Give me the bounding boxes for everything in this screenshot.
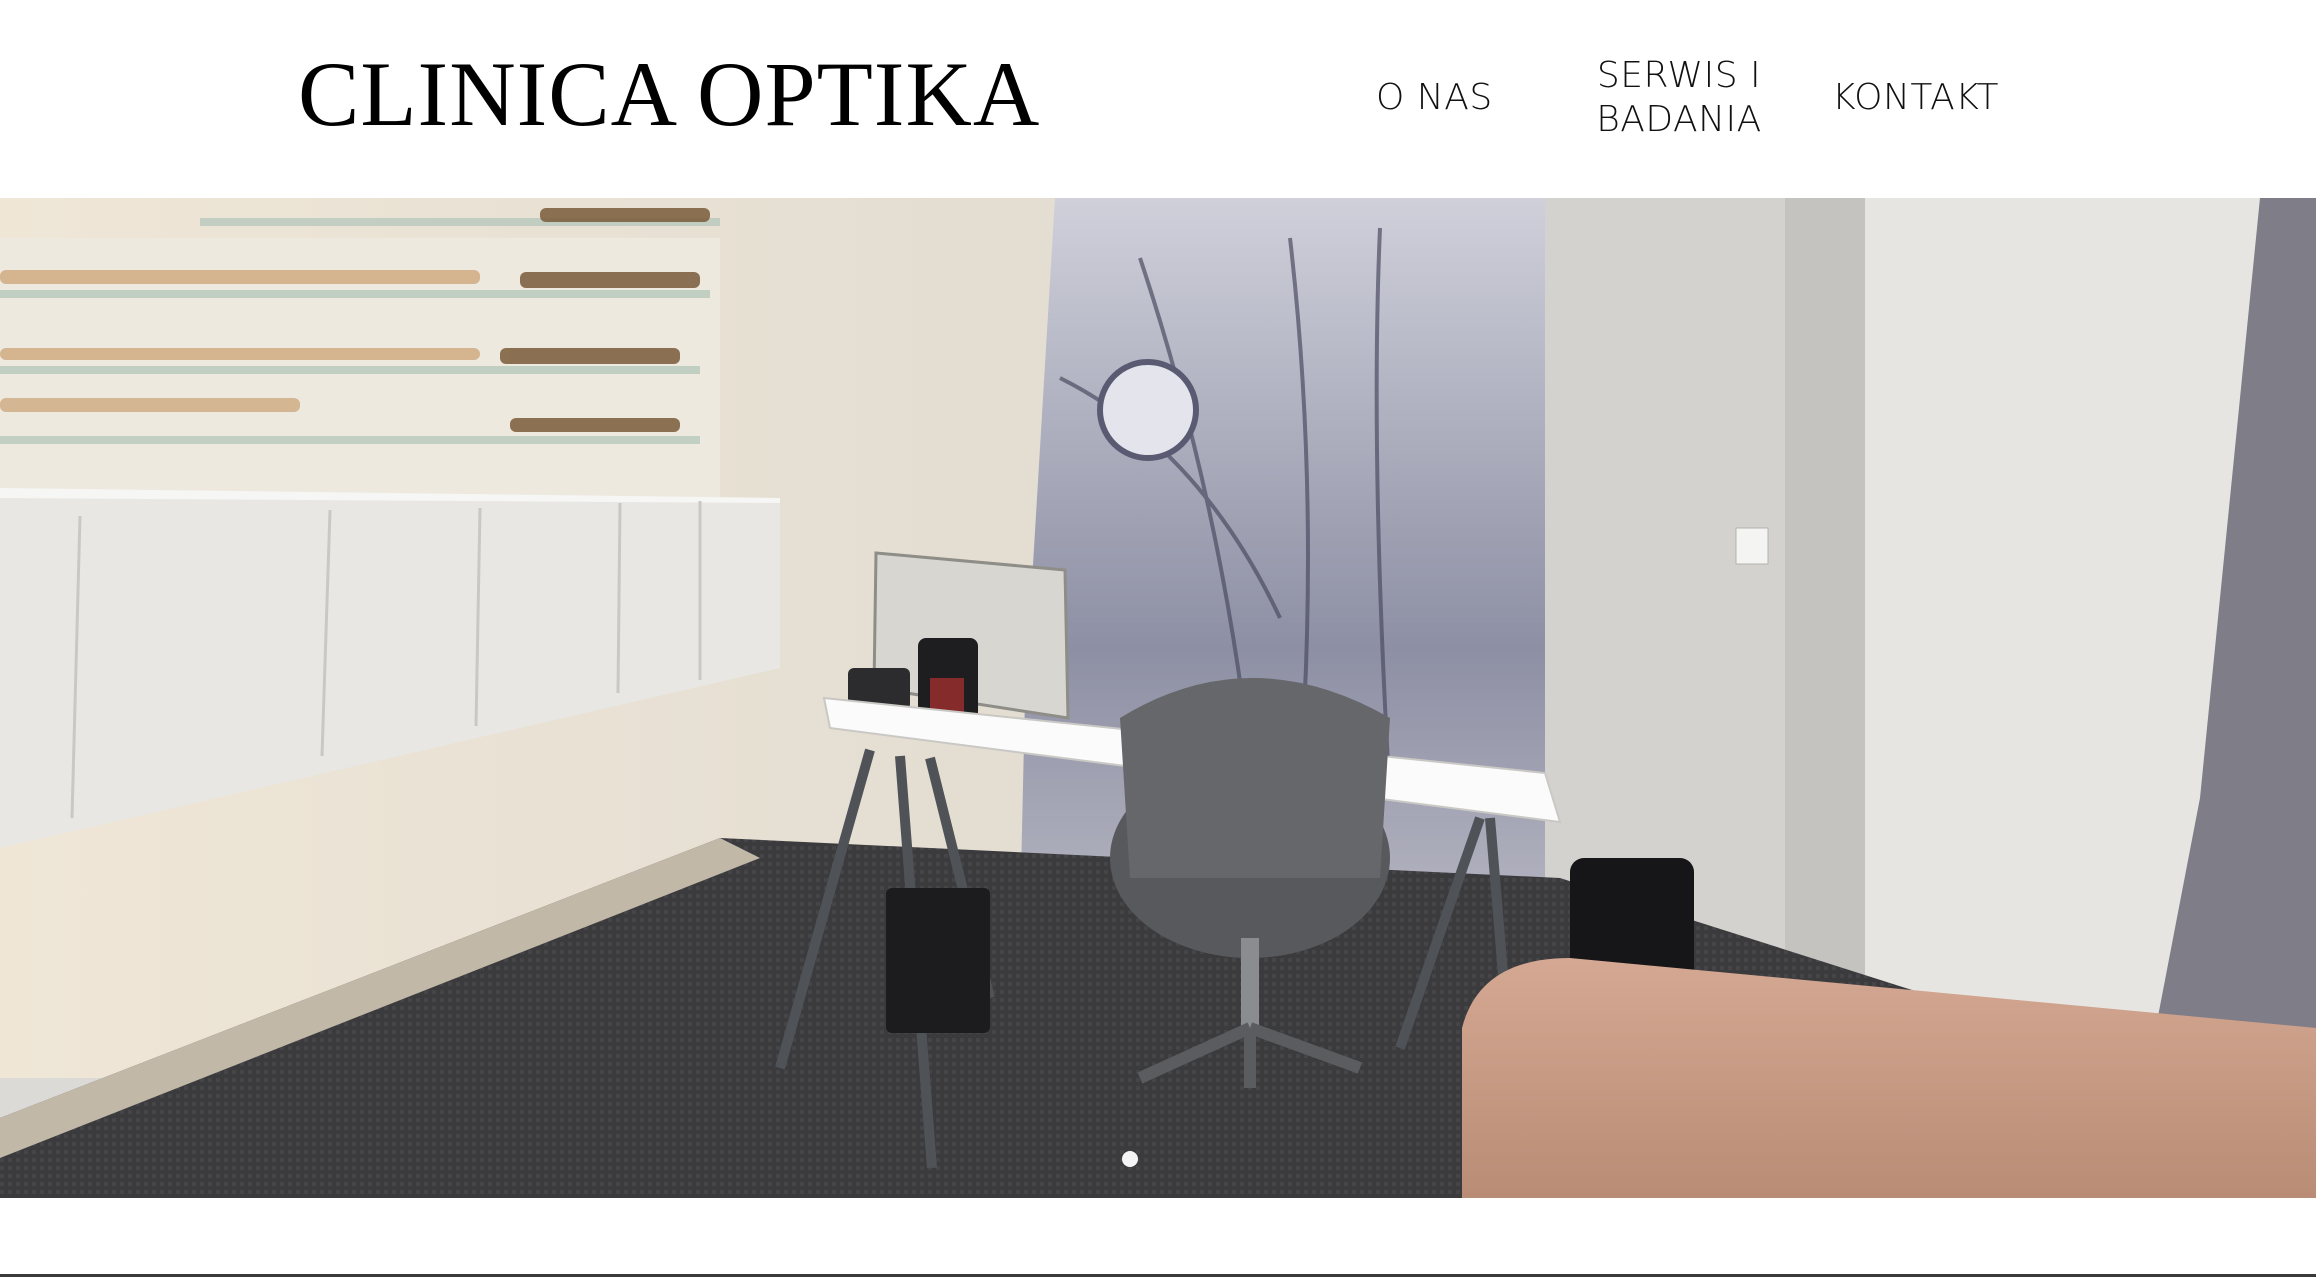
nav-item-o-nas[interactable]: O NAS: [1376, 76, 1493, 120]
nav-item-serwis-badania[interactable]: SERWIS I BADANIA: [1584, 54, 1774, 142]
site-header: CLINICA OPTIKA O NAS SERWIS I BADANIA KO…: [0, 0, 2316, 198]
slider-dot-1[interactable]: [1122, 1151, 1138, 1167]
nav-item-label-line1: SERWIS I: [1596, 55, 1762, 96]
hero-slider[interactable]: [0, 198, 2316, 1198]
nav-item-label-line2: BADANIA: [1596, 98, 1762, 140]
hero-photo: [0, 198, 2316, 1198]
nav-item-kontakt[interactable]: KONTAKT: [1832, 76, 1999, 120]
logo-link[interactable]: CLINICA OPTIKA: [298, 48, 1040, 140]
